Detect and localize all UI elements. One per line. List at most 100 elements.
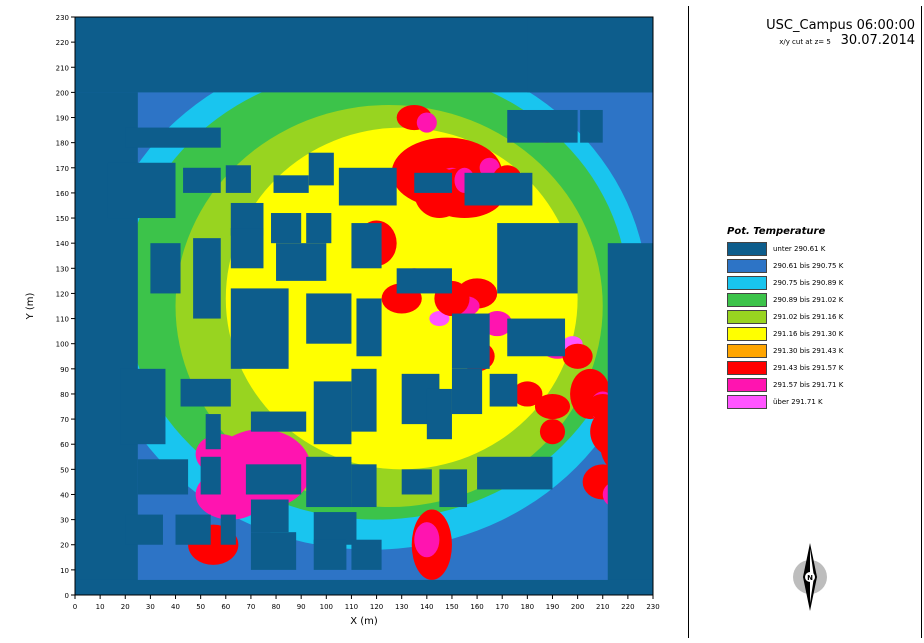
- building: [276, 243, 327, 281]
- legend-swatch: [727, 394, 767, 409]
- heat-hotspot: [539, 419, 566, 445]
- chart-svg: 0 10 20 30 40 50 60 70 80 90 100 110 120 130 140 150 160…: [25, 14, 688, 627]
- x-tick-label: 10: [96, 603, 105, 611]
- legend-item: 290.61 bis 290.75 K: [727, 258, 843, 273]
- building: [120, 368, 166, 445]
- building: [580, 109, 603, 143]
- x-tick-label: 110: [345, 603, 358, 611]
- building: [477, 456, 553, 490]
- legend-label: 291.43 bis 291.57 K: [773, 363, 844, 372]
- building: [273, 175, 309, 193]
- building: [507, 318, 566, 357]
- building: [313, 381, 352, 445]
- y-tick-label: 10: [60, 567, 69, 575]
- building: [175, 514, 211, 545]
- building: [338, 167, 397, 206]
- building: [193, 238, 221, 319]
- building: [150, 243, 181, 294]
- north-label: N: [807, 574, 813, 582]
- building: [313, 539, 347, 570]
- building: [230, 288, 289, 369]
- y-axis: 0 10 20 30 40 50 60 70 80 90 100 110 120 130 140 150 160…: [56, 14, 75, 600]
- legend-title: Pot. Temperature: [727, 226, 826, 237]
- x-tick-label: 220: [621, 603, 634, 611]
- x-tick-label: 140: [420, 603, 433, 611]
- legend-label: über 291.71 K: [773, 397, 823, 406]
- heat-hotspot: [658, 535, 673, 555]
- building: [225, 165, 251, 193]
- y-tick-label: 50: [60, 466, 69, 474]
- x-tick-label: 40: [171, 603, 180, 611]
- building: [356, 298, 382, 357]
- building: [426, 388, 452, 440]
- legend-item: über 291.71 K: [727, 394, 843, 409]
- legend-swatch: [727, 309, 767, 324]
- building: [396, 268, 452, 294]
- legend-item: 291.43 bis 291.57 K: [727, 360, 843, 375]
- heat-hotspot: [416, 112, 437, 133]
- legend-item: 290.89 bis 291.02 K: [727, 292, 843, 307]
- x-tick-label: 50: [196, 603, 205, 611]
- x-tick-label: 0: [73, 603, 77, 611]
- x-tick-label: 30: [146, 603, 155, 611]
- building: [306, 213, 332, 244]
- legend-item: 291.57 bis 291.71 K: [727, 377, 843, 392]
- heat-hotspot: [534, 393, 571, 420]
- building: [125, 514, 163, 545]
- building: [306, 456, 352, 508]
- legend-item: 291.02 bis 291.16 K: [727, 309, 843, 324]
- y-tick-label: 60: [60, 441, 69, 449]
- y-tick-label: 180: [56, 140, 69, 148]
- building: [107, 162, 176, 219]
- legend-label: 290.75 bis 290.89 K: [773, 278, 844, 287]
- building: [180, 378, 231, 407]
- x-axis: 0 10 20 30 40 50 60 70 80 90 100 110 120 130 140 150 160…: [73, 595, 660, 611]
- building: [497, 223, 578, 294]
- building: [137, 459, 189, 495]
- building: [183, 167, 221, 193]
- building: [401, 469, 432, 495]
- y-tick-label: 80: [60, 391, 69, 399]
- y-tick-label: 20: [60, 542, 69, 550]
- y-tick-label: 150: [56, 215, 69, 223]
- building: [414, 172, 452, 193]
- legend-item: 290.75 bis 290.89 K: [727, 275, 843, 290]
- building: [607, 243, 653, 595]
- north-arrow-icon: N: [783, 541, 837, 617]
- heat-hotspot: [668, 444, 688, 469]
- legend-swatch: [727, 360, 767, 375]
- heat-hotspot: [562, 343, 593, 369]
- legend-swatch: [727, 343, 767, 358]
- y-tick-label: 140: [56, 240, 69, 248]
- legend-swatch: [727, 241, 767, 256]
- chart-subtitle: x/y cut at z= 5: [779, 38, 831, 46]
- y-tick-label: 90: [60, 366, 69, 374]
- x-tick-label: 160: [470, 603, 483, 611]
- y-axis-label: Y (m): [25, 292, 36, 320]
- building: [250, 532, 297, 570]
- x-tick-label: 80: [272, 603, 281, 611]
- y-tick-label: 120: [56, 290, 69, 298]
- building: [250, 411, 307, 432]
- heat-hotspot: [414, 522, 440, 558]
- x-tick-label: 190: [546, 603, 559, 611]
- building: [271, 213, 302, 244]
- building: [230, 228, 264, 269]
- building: [351, 539, 382, 570]
- y-tick-label: 110: [56, 316, 69, 324]
- legend-label: 291.02 bis 291.16 K: [773, 312, 844, 321]
- x-tick-label: 180: [521, 603, 534, 611]
- building: [489, 373, 518, 407]
- building: [451, 368, 483, 415]
- x-tick-label: 210: [596, 603, 609, 611]
- x-tick-label: 60: [221, 603, 230, 611]
- legend-label: 291.57 bis 291.71 K: [773, 380, 844, 389]
- x-tick-label: 130: [395, 603, 408, 611]
- y-tick-label: 200: [56, 89, 69, 97]
- x-axis-label: X (m): [350, 616, 378, 627]
- y-tick-label: 190: [56, 115, 69, 123]
- legend-swatch: [727, 326, 767, 341]
- building: [245, 464, 302, 495]
- y-tick-label: 170: [56, 165, 69, 173]
- legend-label: 290.89 bis 291.02 K: [773, 295, 844, 304]
